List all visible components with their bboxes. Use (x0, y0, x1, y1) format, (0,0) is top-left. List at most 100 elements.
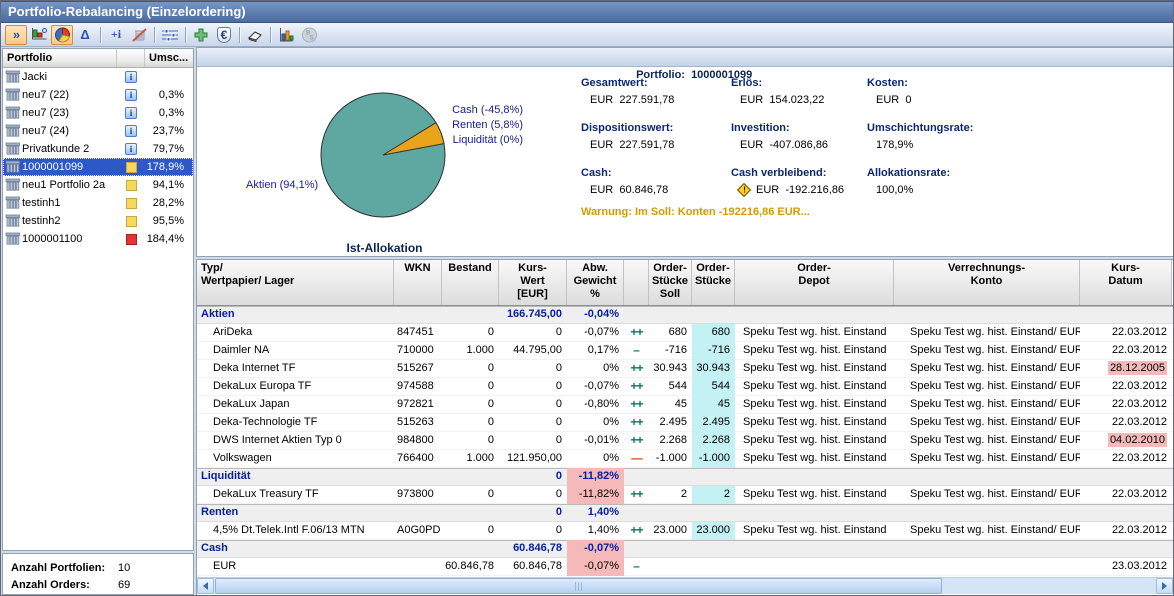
add-info-button[interactable]: +i (105, 25, 127, 45)
cell-sign: ++ (624, 432, 649, 450)
cell-konto: Speku Test wg. hist. Einstand/ EUR (894, 414, 1080, 432)
portfolio-row[interactable]: neu7 (24)i23,7% (3, 122, 193, 140)
scroll-left-icon (203, 582, 208, 590)
portfolio-umschichtung: 23,7% (145, 125, 189, 137)
portfolio-row[interactable]: neu7 (23)i0,3% (3, 104, 193, 122)
portfolio-name: 1000001100 (22, 233, 117, 245)
portfolio-row[interactable]: neu7 (22)i0,3% (3, 86, 193, 104)
delta-button[interactable]: Δ (74, 25, 96, 45)
cell-wkn: 973800 (394, 486, 442, 504)
table-row[interactable]: Renten01,40% (197, 504, 1173, 522)
portfolio-row[interactable]: Privatkunde 2i79,7% (3, 140, 193, 158)
table-row[interactable]: DekaLux Treasury TF97380000-11,82%++22Sp… (197, 486, 1173, 504)
cell-sign (624, 468, 649, 486)
cell-datum (1080, 504, 1172, 522)
column-header-name[interactable]: Typ/ Wertpapier/ Lager (197, 260, 394, 305)
table-row[interactable]: Deka-Technologie TF515263000%++2.4952.49… (197, 414, 1173, 432)
portfolio-row[interactable]: neu1 Portfolio 2a94,1% (3, 176, 193, 194)
portfolio-row[interactable]: 1000001099178,9% (3, 158, 193, 176)
table-row[interactable]: AriDeka84745100-0,07%++680680Speku Test … (197, 324, 1173, 342)
pie-chart-button[interactable] (51, 25, 73, 45)
portfolio-row[interactable]: testinh128,2% (3, 194, 193, 212)
delete-order-button[interactable] (128, 25, 150, 45)
metric-value: EUR -407.086,86 (731, 139, 867, 151)
cell-kurswert: 0 (499, 522, 567, 540)
buy-sell-button[interactable]: BS (298, 25, 320, 45)
column-header-sign[interactable] (624, 260, 649, 305)
column-header-status[interactable] (117, 49, 145, 67)
metric-label: Umschichtungsrate: (867, 122, 1117, 134)
column-header-bestand[interactable]: Bestand (442, 260, 499, 305)
table-row[interactable]: Cash60.846,78-0,07% (197, 540, 1173, 558)
scrollbar-thumb[interactable] (215, 578, 942, 594)
cell-datum (1080, 540, 1172, 558)
cell-name: AriDeka (197, 324, 394, 342)
cell-stuecke (692, 504, 735, 522)
table-row[interactable]: DekaLux Europa TF97458800-0,07%++544544S… (197, 378, 1173, 396)
cell-abw: 0,17% (567, 342, 624, 360)
table-row[interactable]: Aktien166.745,00-0,04% (197, 306, 1173, 324)
table-row[interactable]: DekaLux Japan97282100-0,80%++4545Speku T… (197, 396, 1173, 414)
column-header-wkn[interactable]: WKN (394, 260, 442, 305)
cell-sign: ++ (624, 378, 649, 396)
column-header-datum[interactable]: Kurs- Datum (1080, 260, 1172, 305)
portfolio-icon (5, 214, 21, 228)
column-header-umschichtung[interactable]: Umsc... (145, 49, 191, 67)
cell-stuecke: -1.000 (692, 450, 735, 468)
table-row[interactable]: EUR60.846,7860.846,78-0,07%–23.03.2012 (197, 558, 1173, 576)
table-row[interactable]: Daimler NA7100001.00044.795,000,17%–-716… (197, 342, 1173, 360)
expand-button[interactable]: » (5, 25, 27, 45)
horizontal-scrollbar[interactable] (197, 577, 1173, 594)
info-icon: i (125, 71, 137, 83)
portfolio-icon (5, 232, 21, 246)
portfolio-row[interactable]: Jackii (3, 68, 193, 86)
cell-abw: 0% (567, 360, 624, 378)
cell-bestand: 0 (442, 522, 499, 540)
toolbar-separator (100, 27, 101, 43)
table-row[interactable]: Liquidität0-11,82% (197, 468, 1173, 486)
column-header-stuecke[interactable]: Order- Stücke (692, 260, 735, 305)
eraser-button[interactable] (244, 25, 266, 45)
euro-order-button[interactable]: € (213, 25, 235, 45)
order-direction-icon: ++ (630, 361, 642, 375)
portfolio-umschichtung: 95,5% (145, 215, 189, 227)
cell-sign: ++ (624, 486, 649, 504)
cell-bestand: 0 (442, 396, 499, 414)
cell-kurswert: 121.950,00 (499, 450, 567, 468)
table-row[interactable]: 4,5% Dt.Telek.Intl F.06/13 MTNA0G0PD001,… (197, 522, 1173, 540)
order-settings-button[interactable] (159, 25, 181, 45)
portfolio-count-value: 10 (118, 562, 130, 574)
toolbar-separator (154, 27, 155, 43)
cell-name: DekaLux Japan (197, 396, 394, 414)
table-row[interactable]: Deka Internet TF515267000%++30.94330.943… (197, 360, 1173, 378)
add-order-button[interactable] (190, 25, 212, 45)
summary-metric: Allokationsrate:100,0% (867, 167, 1117, 212)
column-header-soll[interactable]: Order- Stücke Soll (649, 260, 692, 305)
cell-bestand: 0 (442, 360, 499, 378)
cell-kurswert: 44.795,00 (499, 342, 567, 360)
summary-metric: Investition:EUR -407.086,86 (731, 122, 867, 167)
cell-soll: 23.000 (649, 522, 692, 540)
cell-stuecke: 2 (692, 486, 735, 504)
cell-datum: 22.03.2012 (1080, 522, 1172, 540)
metric-value: EUR 227.591,78 (581, 139, 731, 151)
scroll-left-button[interactable] (197, 578, 214, 594)
allocation-chart-button[interactable] (28, 25, 50, 45)
cell-kurswert: 60.846,78 (499, 558, 567, 576)
table-row[interactable]: Volkswagen7664001.000121.950,000%––-1.00… (197, 450, 1173, 468)
pie-callout-aktien: Aktien (94,1%) (246, 179, 318, 191)
column-header-portfolio[interactable]: Portfolio (3, 49, 117, 67)
cell-bestand: 1.000 (442, 342, 499, 360)
portfolio-row[interactable]: testinh295,5% (3, 212, 193, 230)
cell-wkn: 515263 (394, 414, 442, 432)
cell-datum: 22.03.2012 (1080, 486, 1172, 504)
column-header-kurswert[interactable]: Kurs- Wert [EUR] (499, 260, 567, 305)
table-row[interactable]: DWS Internet Aktien Typ 098480000-0,01%+… (197, 432, 1173, 450)
portfolio-row[interactable]: 1000001100184,4% (3, 230, 193, 248)
column-header-depot[interactable]: Order- Depot (735, 260, 894, 305)
column-header-abw[interactable]: Abw. Gewicht % (567, 260, 624, 305)
report-button[interactable] (275, 25, 297, 45)
column-header-konto[interactable]: Verrechnungs- Konto (894, 260, 1080, 305)
cell-name: EUR (197, 558, 394, 576)
scroll-right-button[interactable] (1156, 578, 1173, 594)
